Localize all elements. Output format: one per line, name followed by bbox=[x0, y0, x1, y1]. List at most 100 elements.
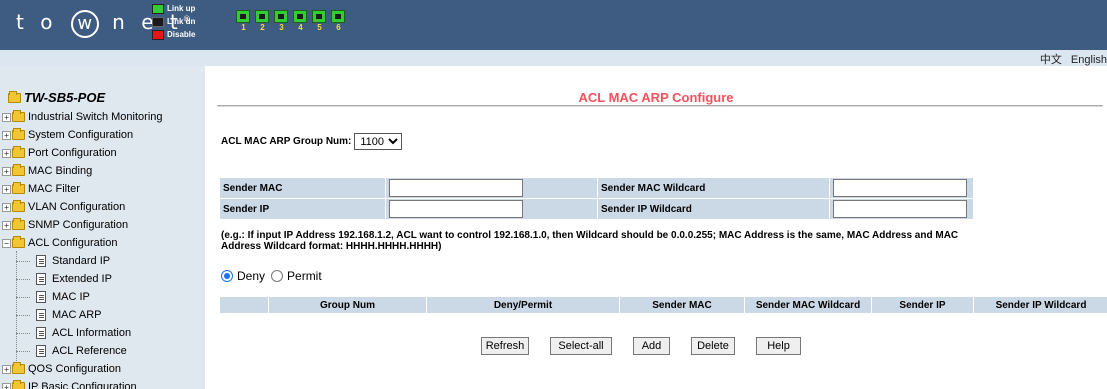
sender-fields-table: Sender MAC Sender MAC Wildcard Sender IP… bbox=[219, 177, 974, 220]
expand-plus-icon[interactable]: + bbox=[2, 148, 11, 158]
ethernet-port-icon bbox=[236, 10, 250, 23]
sidebar-tree: TW-SB5-POE + Industrial Switch Monitoring… bbox=[0, 66, 205, 389]
sidebar-item-standard-ip[interactable]: Standard IP bbox=[36, 252, 110, 270]
sidebar-item-port-configuration[interactable]: + Port Configuration bbox=[2, 144, 117, 162]
document-icon bbox=[36, 291, 46, 303]
tree-connector bbox=[16, 251, 17, 363]
table-header-row: Group Num Deny/Permit Sender MAC Sender … bbox=[219, 296, 1107, 314]
folder-icon bbox=[12, 380, 25, 389]
sidebar-item-acl-configuration[interactable]: − ACL Configuration bbox=[2, 234, 117, 252]
ethernet-port-icon bbox=[293, 10, 307, 23]
group-num-select[interactable]: 1100 bbox=[354, 133, 403, 150]
collapse-minus-icon[interactable]: − bbox=[2, 238, 11, 248]
group-num-row: ACL MAC ARP Group Num: 1100 bbox=[221, 133, 403, 150]
sender-mac-wildcard-input[interactable] bbox=[833, 179, 967, 197]
document-icon bbox=[36, 309, 46, 321]
expand-plus-icon[interactable]: + bbox=[2, 220, 11, 230]
expand-plus-icon[interactable]: + bbox=[2, 382, 11, 389]
title-divider bbox=[217, 105, 1103, 107]
refresh-button[interactable]: Refresh bbox=[481, 337, 529, 355]
select-all-button[interactable]: Select-all bbox=[550, 337, 612, 355]
sender-ip-label: Sender IP bbox=[219, 198, 386, 220]
link-up-icon bbox=[152, 3, 164, 14]
sender-ip-wildcard-input[interactable] bbox=[833, 200, 967, 218]
sidebar-item-snmp-configuration[interactable]: + SNMP Configuration bbox=[2, 216, 128, 234]
expand-plus-icon[interactable]: + bbox=[2, 130, 11, 140]
sidebar-item-mac-binding[interactable]: + MAC Binding bbox=[2, 162, 92, 180]
sender-mac-label: Sender MAC bbox=[219, 177, 386, 199]
legend-link-up: Link up bbox=[167, 4, 196, 13]
action-buttons: Refresh Select-all Add Delete Help bbox=[481, 337, 822, 355]
sidebar-item-acl-information[interactable]: ACL Information bbox=[36, 324, 131, 342]
lang-english-link[interactable]: English bbox=[1071, 54, 1107, 66]
sidebar-item-extended-ip[interactable]: Extended IP bbox=[36, 270, 112, 288]
add-button[interactable]: Add bbox=[633, 337, 670, 355]
permit-radio[interactable] bbox=[271, 270, 284, 282]
tree-connector bbox=[16, 333, 30, 334]
expand-plus-icon[interactable]: + bbox=[2, 112, 11, 122]
port-5[interactable]: 5 bbox=[312, 10, 327, 33]
col-group-num: Group Num bbox=[268, 296, 427, 314]
folder-icon bbox=[12, 164, 25, 176]
header-bar: t o w n e t® Link up Link dn Disable 1 2… bbox=[0, 0, 1107, 50]
tree-connector bbox=[16, 261, 30, 262]
lang-chinese-link[interactable]: 中文 bbox=[1040, 54, 1062, 66]
page-title: ACL MAC ARP Configure bbox=[578, 90, 734, 105]
acl-rule-table: Group Num Deny/Permit Sender MAC Sender … bbox=[219, 296, 1107, 329]
sender-ip-input[interactable] bbox=[389, 200, 523, 218]
tree-root[interactable]: TW-SB5-POE bbox=[8, 90, 105, 105]
sidebar-item-acl-reference[interactable]: ACL Reference bbox=[36, 342, 127, 360]
legend-disable: Disable bbox=[167, 30, 196, 39]
col-sender-mac: Sender MAC bbox=[619, 296, 745, 314]
port-1[interactable]: 1 bbox=[236, 10, 251, 33]
group-num-label: ACL MAC ARP Group Num: bbox=[221, 136, 352, 147]
help-button[interactable]: Help bbox=[756, 337, 801, 355]
port-6[interactable]: 6 bbox=[331, 10, 346, 33]
sidebar-item-mac-arp[interactable]: MAC ARP bbox=[36, 306, 102, 324]
col-sender-mac-wildcard: Sender MAC Wildcard bbox=[744, 296, 872, 314]
port-2[interactable]: 2 bbox=[255, 10, 270, 33]
folder-open-icon bbox=[8, 90, 21, 103]
col-select bbox=[219, 296, 269, 314]
action-radio-group: Deny Permit bbox=[221, 269, 322, 283]
sidebar-item-vlan-configuration[interactable]: + VLAN Configuration bbox=[2, 198, 125, 216]
document-icon bbox=[36, 345, 46, 357]
folder-icon bbox=[12, 146, 25, 158]
sidebar-item-ip-basic-configuration[interactable]: + IP Basic Configuration bbox=[2, 378, 137, 389]
expand-plus-icon[interactable]: + bbox=[2, 202, 11, 212]
sidebar-item-qos-configuration[interactable]: + QOS Configuration bbox=[2, 360, 121, 378]
expand-plus-icon[interactable]: + bbox=[2, 184, 11, 194]
sender-mac-input[interactable] bbox=[389, 179, 523, 197]
folder-icon bbox=[12, 218, 25, 230]
expand-plus-icon[interactable]: + bbox=[2, 166, 11, 176]
main-content: ACL MAC ARP Configure ACL MAC ARP Group … bbox=[205, 66, 1107, 389]
ethernet-port-icon bbox=[255, 10, 269, 23]
folder-icon bbox=[12, 200, 25, 212]
port-4[interactable]: 4 bbox=[293, 10, 308, 33]
legend-link-down: Link dn bbox=[167, 17, 196, 26]
sidebar-item-mac-ip[interactable]: MAC IP bbox=[36, 288, 90, 306]
port-status-legend: Link up Link dn Disable bbox=[152, 2, 195, 41]
folder-icon bbox=[12, 110, 25, 122]
deny-label[interactable]: Deny bbox=[237, 269, 265, 283]
port-panel: 1 2 3 4 5 6 bbox=[236, 10, 350, 33]
port-3[interactable]: 3 bbox=[274, 10, 289, 33]
tree-connector bbox=[16, 297, 30, 298]
permit-label[interactable]: Permit bbox=[287, 269, 322, 283]
disable-icon bbox=[152, 29, 164, 40]
deny-radio[interactable] bbox=[221, 270, 233, 282]
table-row bbox=[219, 313, 1107, 329]
folder-open-icon bbox=[12, 236, 25, 248]
sidebar-item-industrial-switch-monitoring[interactable]: + Industrial Switch Monitoring bbox=[2, 108, 163, 126]
document-icon bbox=[36, 273, 46, 285]
tree-connector bbox=[16, 279, 30, 280]
delete-button[interactable]: Delete bbox=[691, 337, 735, 355]
col-sender-ip-wildcard: Sender IP Wildcard bbox=[973, 296, 1107, 314]
expand-plus-icon[interactable]: + bbox=[2, 364, 11, 374]
tree-connector bbox=[16, 351, 30, 352]
folder-icon bbox=[12, 362, 25, 374]
dual-port-icon bbox=[331, 10, 345, 23]
sidebar-item-system-configuration[interactable]: + System Configuration bbox=[2, 126, 133, 144]
col-sender-ip: Sender IP bbox=[871, 296, 974, 314]
sidebar-item-mac-filter[interactable]: + MAC Filter bbox=[2, 180, 80, 198]
